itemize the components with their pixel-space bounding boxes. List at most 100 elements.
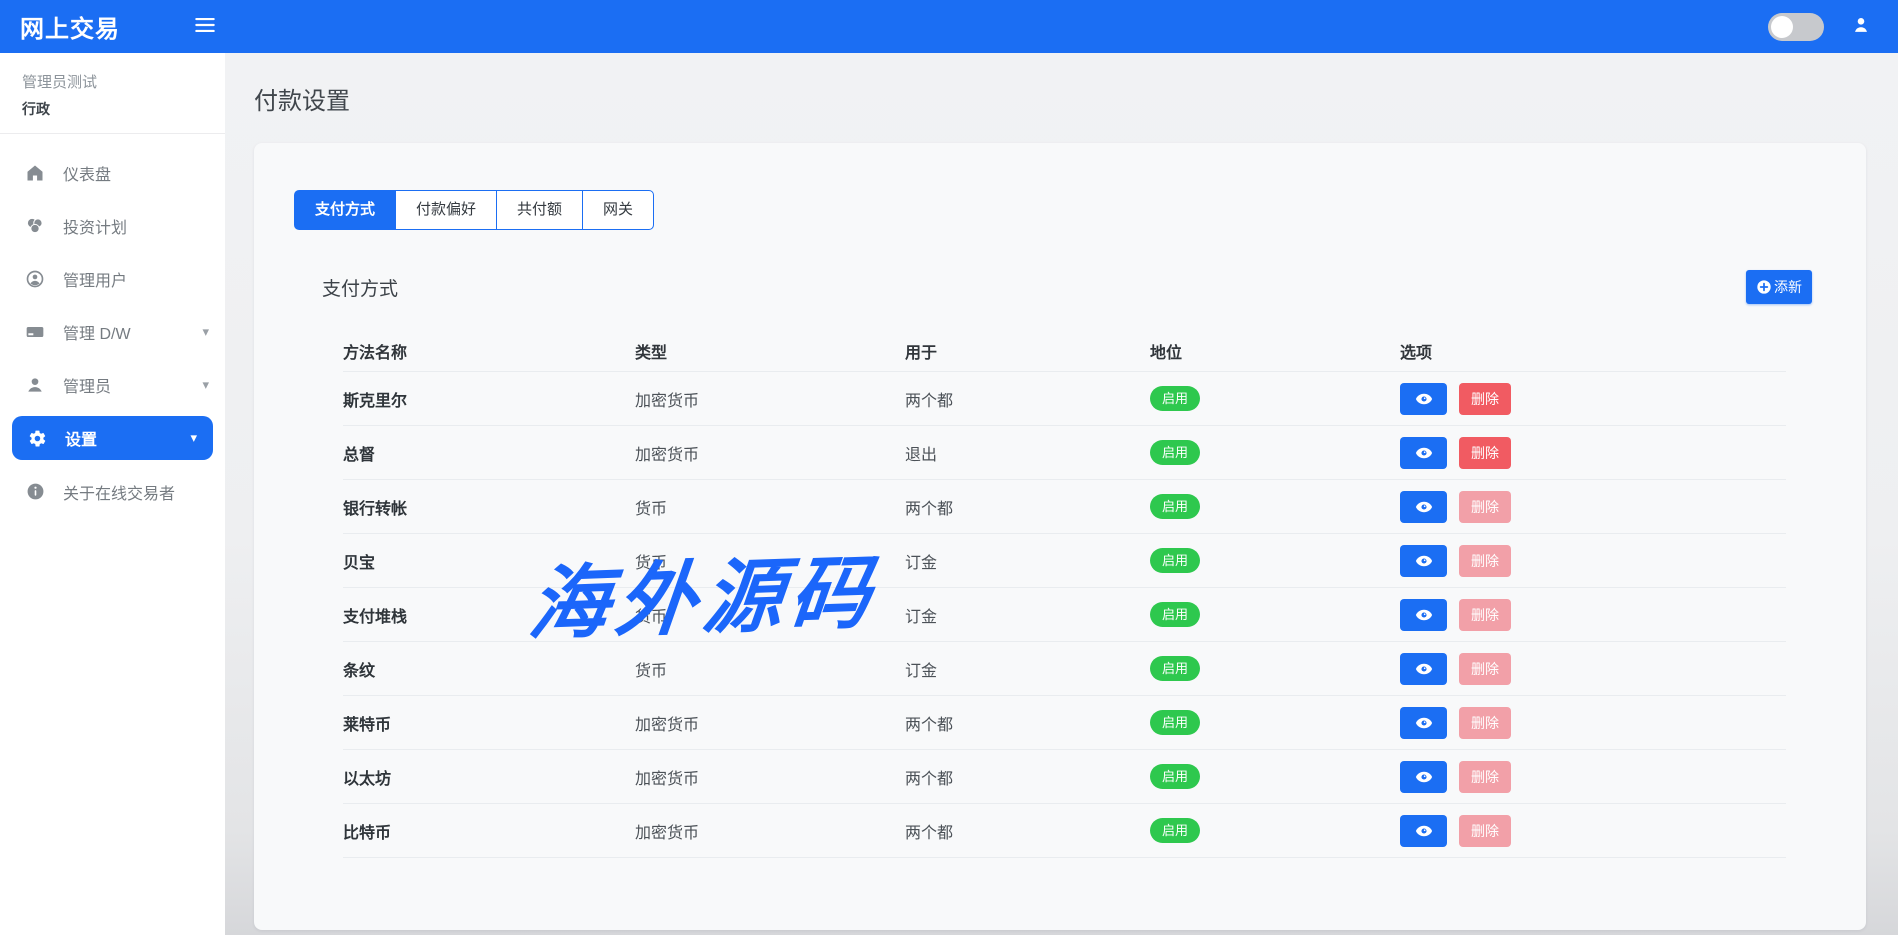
credit-card-icon (24, 322, 46, 342)
tab-copay[interactable]: 共付额 (496, 190, 583, 230)
method-used-for: 两个都 (905, 819, 1150, 843)
view-button[interactable] (1400, 653, 1447, 685)
plus-circle-icon (1756, 279, 1772, 295)
eye-icon (1415, 768, 1433, 786)
sidebar-item-manage-users[interactable]: 管理用户 (0, 252, 225, 305)
tab-payment-methods[interactable]: 支付方式 (294, 190, 396, 230)
method-used-for: 订金 (905, 657, 1150, 681)
delete-button[interactable]: 删除 (1459, 437, 1511, 469)
delete-button[interactable]: 删除 (1459, 383, 1511, 415)
hamburger-icon (192, 12, 218, 41)
status-badge: 启用 (1150, 494, 1200, 519)
method-type: 货币 (635, 603, 905, 627)
status-badge: 启用 (1150, 548, 1200, 573)
method-used-for: 两个都 (905, 387, 1150, 411)
col-header-type: 类型 (635, 339, 905, 363)
status-badge: 启用 (1150, 818, 1200, 843)
admin-role: 行政 (22, 99, 205, 119)
view-button[interactable] (1400, 707, 1447, 739)
status-badge: 启用 (1150, 710, 1200, 735)
sidebar-item-settings[interactable]: 设置 ▾ (12, 416, 213, 460)
sidebar-item-label: 仪表盘 (63, 161, 111, 185)
view-button[interactable] (1400, 815, 1447, 847)
theme-toggle-switch[interactable] (1768, 13, 1824, 41)
user-circle-icon (24, 269, 46, 289)
view-button[interactable] (1400, 599, 1447, 631)
sidebar-item-investment-plans[interactable]: 投资计划 (0, 199, 225, 252)
delete-button[interactable]: 删除 (1459, 653, 1511, 685)
view-button[interactable] (1400, 383, 1447, 415)
user-menu-button[interactable] (1850, 14, 1872, 39)
delete-button[interactable]: 删除 (1459, 599, 1511, 631)
sidebar-item-label: 设置 (65, 426, 97, 450)
sidebar-item-dashboard[interactable]: 仪表盘 (0, 146, 225, 199)
sidebar-item-label: 投资计划 (63, 214, 127, 238)
method-type: 加密货币 (635, 819, 905, 843)
eye-icon (1415, 822, 1433, 840)
sidebar-item-admins[interactable]: 管理员 ▾ (0, 358, 225, 411)
col-header-options: 选项 (1400, 339, 1786, 363)
method-type: 加密货币 (635, 441, 905, 465)
sidebar-item-manage-dw[interactable]: 管理 D/W ▾ (0, 305, 225, 358)
method-type: 加密货币 (635, 711, 905, 735)
method-name: 贝宝 (343, 549, 635, 573)
view-button[interactable] (1400, 437, 1447, 469)
status-badge: 启用 (1150, 602, 1200, 627)
method-name: 总督 (343, 441, 635, 465)
page-title: 付款设置 (254, 81, 1866, 116)
method-type: 货币 (635, 495, 905, 519)
table-row: 总督加密货币退出启用 删除 (343, 426, 1786, 480)
delete-button[interactable]: 删除 (1459, 761, 1511, 793)
delete-button[interactable]: 删除 (1459, 707, 1511, 739)
delete-button[interactable]: 删除 (1459, 491, 1511, 523)
sidebar: 管理员测试 行政 仪表盘 投资计划 管理用户 管理 D/W (0, 53, 225, 935)
table-row: 比特币加密货币两个都启用删除 (343, 804, 1786, 858)
sidebar-item-label: 管理用户 (63, 267, 127, 291)
add-new-button[interactable]: 添新 (1746, 270, 1812, 304)
eye-icon (1415, 390, 1433, 408)
eye-icon (1415, 498, 1433, 516)
tab-gateways[interactable]: 网关 (582, 190, 654, 230)
table-row: 莱特币加密货币两个都启用删除 (343, 696, 1786, 750)
delete-button[interactable]: 删除 (1459, 815, 1511, 847)
view-button[interactable] (1400, 761, 1447, 793)
method-used-for: 订金 (905, 603, 1150, 627)
gear-icon (26, 429, 48, 448)
method-name: 莱特币 (343, 711, 635, 735)
delete-button[interactable]: 删除 (1459, 545, 1511, 577)
table-row: 斯克里尔加密货币两个都启用删除 (343, 372, 1786, 426)
method-used-for: 订金 (905, 549, 1150, 573)
eye-icon (1415, 606, 1433, 624)
payment-methods-table: 方法名称 类型 用于 地位 选项 斯克里尔加密货币两个都启用删除总督加密货币退出… (343, 330, 1786, 858)
sidebar-item-label: 管理员 (63, 373, 111, 397)
coins-icon (24, 216, 46, 236)
sidebar-item-about[interactable]: 关于在线交易者 (0, 465, 225, 518)
method-type: 加密货币 (635, 387, 905, 411)
payment-settings-card: 支付方式 付款偏好 共付额 网关 支付方式 添新 方法名称 类型 用于 地位 选… (254, 143, 1866, 930)
tab-payment-preferences[interactable]: 付款偏好 (395, 190, 497, 230)
method-name: 以太坊 (343, 765, 635, 789)
status-badge: 启用 (1150, 440, 1200, 465)
view-button[interactable] (1400, 545, 1447, 577)
method-type: 货币 (635, 549, 905, 573)
view-button[interactable] (1400, 491, 1447, 523)
col-header-method-name: 方法名称 (343, 339, 635, 363)
method-name: 银行转帐 (343, 495, 635, 519)
eye-icon (1415, 552, 1433, 570)
hamburger-menu-button[interactable] (192, 12, 218, 41)
chevron-down-icon: ▾ (190, 430, 197, 446)
info-icon (24, 482, 46, 501)
app-title: 网上交易 (20, 9, 120, 44)
table-row: 条纹货币订金启用删除 (343, 642, 1786, 696)
method-name: 支付堆栈 (343, 603, 635, 627)
table-row: 以太坊加密货币两个都启用删除 (343, 750, 1786, 804)
col-header-used-for: 用于 (905, 339, 1150, 363)
method-type: 加密货币 (635, 765, 905, 789)
user-icon (24, 375, 46, 395)
method-used-for: 退出 (905, 441, 1150, 465)
chevron-down-icon: ▾ (202, 377, 209, 393)
status-badge: 启用 (1150, 656, 1200, 681)
chevron-down-icon: ▾ (202, 324, 209, 340)
user-icon (1850, 14, 1872, 39)
tab-bar: 支付方式 付款偏好 共付额 网关 (294, 190, 1826, 230)
